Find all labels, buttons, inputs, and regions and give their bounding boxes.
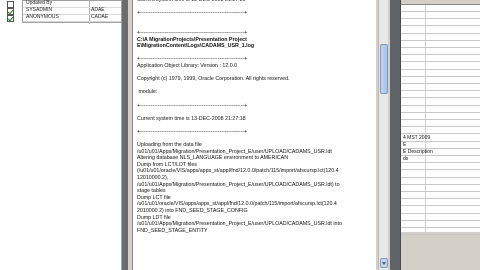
property-row[interactable]: [401, 163, 480, 171]
grid-cell-name: SYSADMIN: [26, 7, 53, 13]
property-value: E Description: [403, 149, 433, 155]
property-row[interactable]: [401, 27, 480, 34]
scrollbar-thumb[interactable]: [380, 44, 388, 94]
log-line: Uploading from the data file: [137, 142, 202, 149]
log-line: +---------------------------------------…: [137, 128, 248, 135]
log-line: C:\A MigrationProjects\Presentation Proj…: [137, 36, 247, 43]
property-row[interactable]: [401, 192, 480, 200]
log-line: FND_SEED_STAGE_ENTITY: [137, 227, 208, 234]
property-row[interactable]: [401, 185, 480, 192]
property-value: E: [403, 141, 407, 148]
property-row[interactable]: [401, 171, 480, 178]
user-grid: Updated By SYSADMIN ADAE ANONYMOUS CADAE: [7, 0, 122, 24]
log-line: (/u01/u01/oracle/VIS/apps/apps_st/appl/f…: [137, 168, 339, 175]
log-line: Current system time is 13-DEC-2008 21:27…: [137, 115, 246, 122]
property-row[interactable]: [401, 63, 480, 70]
property-row[interactable]: [401, 70, 480, 77]
property-row[interactable]: [401, 55, 480, 63]
grid-cell-name: Updated By: [26, 0, 53, 6]
scroll-down-arrow-icon[interactable]: [380, 258, 388, 268]
property-row[interactable]: [401, 84, 480, 92]
log-line: Altering database NLS_LANGUAGE environme…: [137, 155, 289, 162]
property-row[interactable]: [401, 19, 480, 27]
property-row[interactable]: [401, 228, 480, 236]
property-row[interactable]: [401, 34, 480, 41]
property-row[interactable]: [401, 207, 480, 214]
log-line: Dump from LCT/LDT files: [137, 161, 197, 168]
property-row[interactable]: [401, 178, 480, 185]
property-row[interactable]: 4 MST 2009: [401, 135, 480, 142]
log-text-area[interactable]: Current system time is 13-DEC-2008 21:27…: [132, 0, 376, 270]
properties-empty-area: [401, 232, 480, 270]
left-grid-panel: Updated By SYSADMIN ADAE ANONYMOUS CADAE: [0, 0, 122, 270]
log-line: /u01/u01/Apps/Migration/Presentation_Pro…: [137, 181, 340, 188]
log-line: stage tables: [137, 188, 166, 195]
log-content: Current system time is 13-DEC-2008 21:27…: [137, 0, 375, 241]
property-row[interactable]: [401, 5, 480, 12]
grid-cell-code: ADAE: [91, 7, 105, 13]
log-line: Copyright (c) 1979, 1999, Oracle Corpora…: [137, 76, 290, 83]
property-row[interactable]: [401, 99, 480, 106]
properties-panel: 4 MST 2009 E E Description ds: [400, 0, 480, 270]
log-line: +---------------------------------------…: [137, 56, 248, 63]
log-line: +---------------------------------------…: [137, 29, 248, 36]
grid-cell-name: ANONYMOUS: [26, 14, 59, 20]
log-line: E\MigrationContent\Logs\CADAMS_USR_1.log: [137, 43, 255, 50]
property-row[interactable]: E Description: [401, 149, 480, 156]
property-row[interactable]: [401, 120, 480, 128]
property-row[interactable]: [401, 12, 480, 20]
property-row[interactable]: [401, 77, 480, 84]
property-row[interactable]: [401, 214, 480, 221]
log-line: Application Object Library: Version : 12…: [137, 62, 238, 69]
property-value: 4 MST 2009: [403, 134, 431, 141]
property-value: ds: [403, 156, 409, 163]
right-divider: [390, 0, 400, 270]
property-row[interactable]: [401, 221, 480, 228]
vertical-scrollbar[interactable]: [378, 0, 388, 270]
property-row[interactable]: [401, 106, 480, 113]
log-line: 12010000.2),: [137, 175, 169, 182]
property-row[interactable]: [401, 41, 480, 48]
property-row[interactable]: ds: [401, 156, 480, 164]
log-line: 2010000.2) into FND_SEED_STAGE_CONFIG: [137, 208, 248, 214]
log-line: /u01/u01/oracle/VIS/apps/apps_st/appl/fn…: [137, 201, 337, 208]
log-viewer-window: Current system time is 13-DEC-2008 21:27…: [128, 0, 390, 270]
grid-cell-code: CADAE: [91, 14, 109, 20]
row-checkbox[interactable]: [7, 1, 14, 8]
property-row[interactable]: [401, 91, 480, 99]
property-row[interactable]: [401, 113, 480, 120]
property-row[interactable]: [401, 48, 480, 56]
property-row[interactable]: [401, 127, 480, 135]
row-checkbox[interactable]: [7, 15, 14, 22]
log-line: +---------------------------------------…: [137, 102, 248, 109]
property-row[interactable]: E: [401, 142, 480, 149]
log-line: module:: [137, 89, 158, 96]
log-line: Dump LCT file: [137, 194, 171, 201]
property-row[interactable]: [401, 199, 480, 207]
log-line: /u01/u01/Apps/Migration/Presentation_Pro…: [137, 148, 332, 155]
row-checkbox[interactable]: [7, 8, 14, 15]
log-line: +---------------------------------------…: [137, 10, 248, 17]
log-line: /u01/u01/Apps/Migration/Presentation_Pro…: [137, 221, 342, 228]
log-line: Dump LDT file: [137, 214, 171, 221]
grid-row[interactable]: ANONYMOUS CADAE: [7, 14, 121, 22]
